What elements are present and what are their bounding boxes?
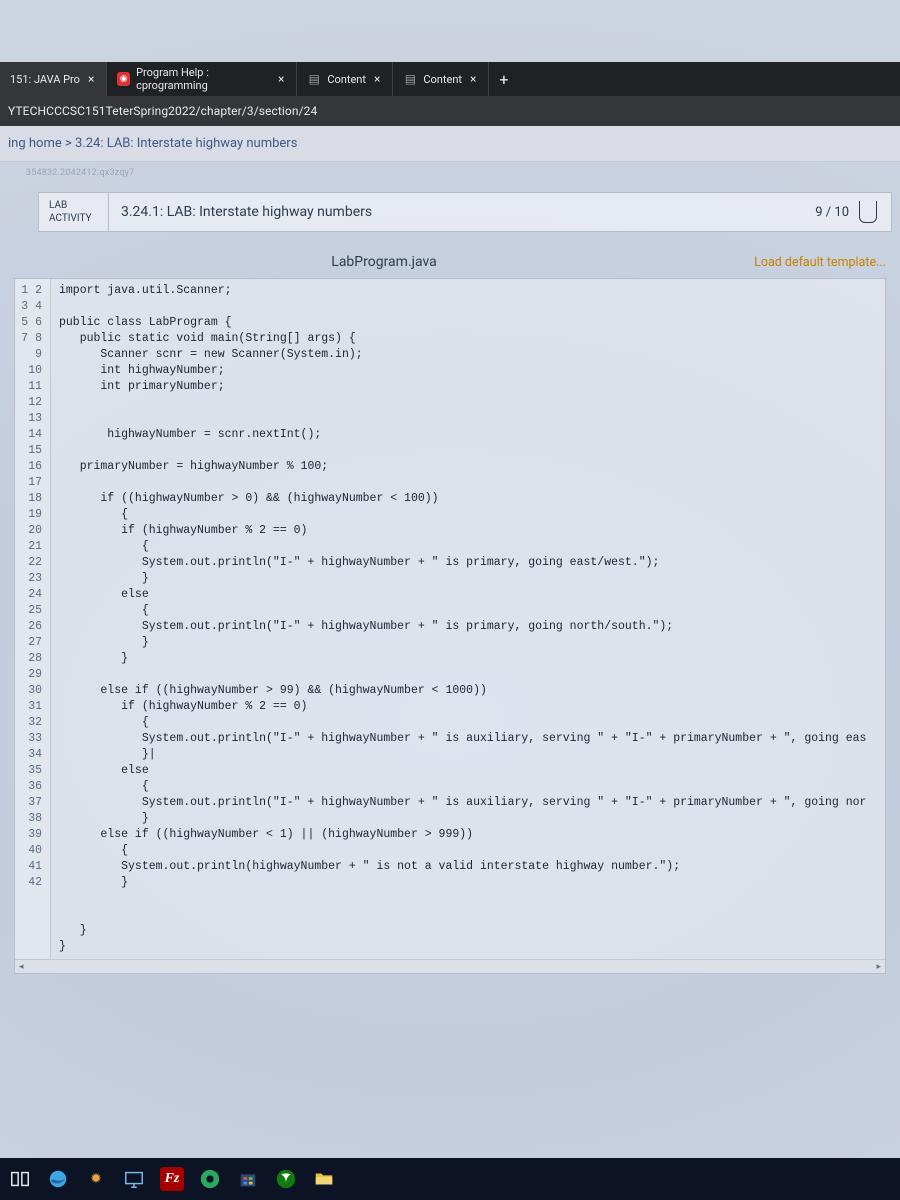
settings-icon[interactable]: ✹ (84, 1167, 108, 1191)
camera-icon[interactable] (198, 1167, 222, 1191)
file-tab[interactable]: LabProgram.java (14, 254, 754, 270)
close-icon[interactable]: × (468, 72, 478, 86)
task-view-icon[interactable] (8, 1167, 32, 1191)
url-bar[interactable]: YTECHCCCSC151TeterSpring2022/chapter/3/s… (0, 96, 900, 126)
microsoft-store-icon[interactable] (236, 1167, 260, 1191)
edge-icon[interactable] (46, 1167, 70, 1191)
tab-label: Program Help : cprogramming (136, 66, 270, 92)
tab-java-pro[interactable]: 151: JAVA Pro × (0, 62, 107, 96)
activity-tag: LAB ACTIVITY (39, 193, 109, 231)
tab-label: 151: JAVA Pro (10, 73, 80, 86)
tab-program-help[interactable]: ◉ Program Help : cprogramming × (107, 62, 297, 96)
code-editor[interactable]: 1 2 3 4 5 6 7 8 9 10 11 12 13 14 15 16 1… (14, 278, 886, 974)
tab-content-2[interactable]: ▤ Content × (393, 62, 489, 96)
page-icon: ▤ (307, 72, 321, 86)
page-icon: ▤ (403, 72, 417, 86)
monitor-icon[interactable] (122, 1167, 146, 1191)
activity-header: LAB ACTIVITY 3.24.1: LAB: Interstate hig… (38, 192, 892, 232)
activity-title: 3.24.1: LAB: Interstate highway numbers (109, 193, 801, 231)
scroll-left-icon[interactable]: ◂ (19, 962, 24, 972)
browser-tab-bar: 151: JAVA Pro × ◉ Program Help : cprogra… (0, 62, 900, 96)
reddit-icon: ◉ (117, 72, 130, 86)
horizontal-scrollbar[interactable]: ◂ ▸ (15, 959, 885, 973)
file-explorer-icon[interactable] (312, 1167, 336, 1191)
scroll-right-icon[interactable]: ▸ (876, 962, 881, 972)
breadcrumb: ing home > 3.24: LAB: Interstate highway… (0, 126, 900, 162)
score-shield-icon (859, 201, 877, 223)
filezilla-icon[interactable]: Fz (160, 1167, 184, 1191)
close-icon[interactable]: × (372, 72, 382, 86)
tab-label: Content (423, 73, 462, 86)
question-id: 354832.2042412.qx3zqy7 (0, 162, 900, 178)
xbox-icon[interactable] (274, 1167, 298, 1191)
tab-label: Content (327, 73, 366, 86)
code-area[interactable]: import java.util.Scanner; public class L… (51, 279, 885, 959)
line-gutter: 1 2 3 4 5 6 7 8 9 10 11 12 13 14 15 16 1… (15, 279, 51, 959)
url-text: YTECHCCCSC151TeterSpring2022/chapter/3/s… (8, 104, 317, 118)
close-icon[interactable]: × (276, 72, 286, 86)
close-icon[interactable]: × (86, 72, 96, 86)
load-default-template-link[interactable]: Load default template... (754, 255, 886, 270)
windows-taskbar: ✹ Fz (0, 1158, 900, 1200)
new-tab-button[interactable]: + (489, 62, 518, 96)
tab-content-1[interactable]: ▤ Content × (297, 62, 393, 96)
activity-score: 9 / 10 (801, 193, 891, 231)
